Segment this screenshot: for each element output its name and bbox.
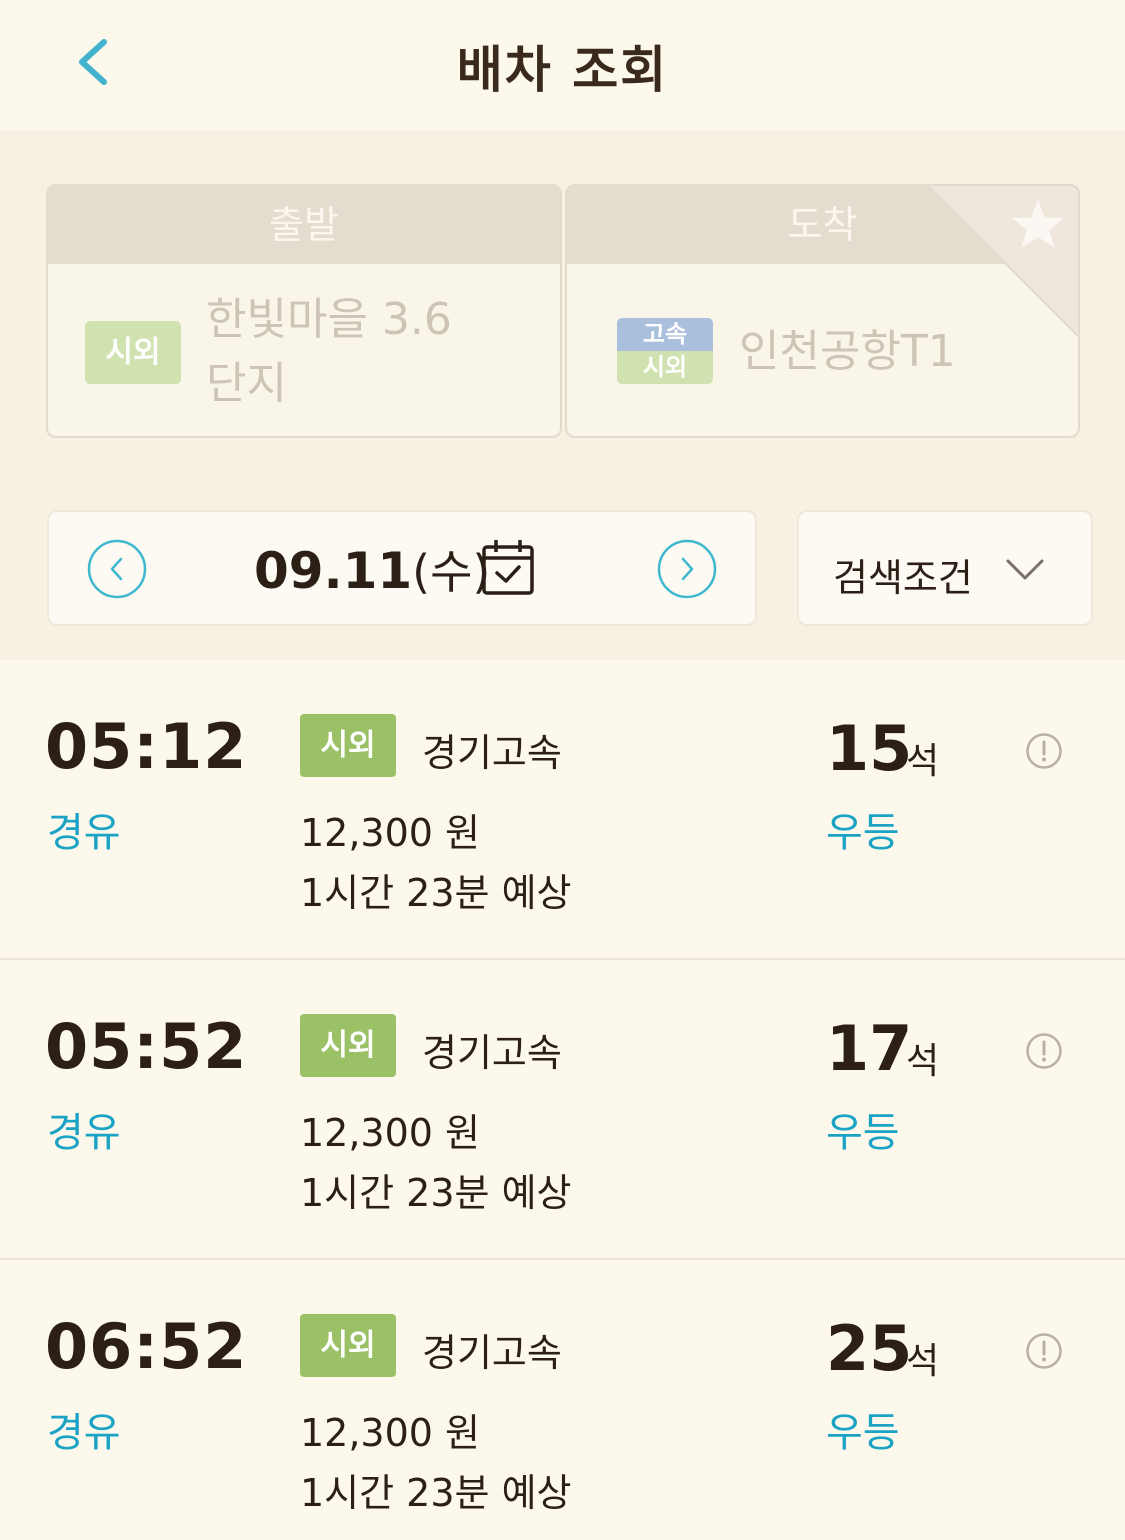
star-icon (927, 186, 1078, 337)
calendar-icon (482, 540, 534, 595)
chevron-left-circle-icon (87, 539, 147, 599)
filter-label: 검색조건 (833, 556, 973, 600)
bus-company: 경기고속 (422, 1031, 562, 1075)
info-button[interactable] (1025, 1032, 1063, 1070)
route-section: 출발 시외 한빛마을 3.6단지 도착 고속 시외 인천공항T1 (0, 130, 1125, 480)
date-value: 09.11 (254, 542, 413, 600)
schedule-row[interactable]: 05:12 경유 시외 경기고속 12,300 원 1시간 23분 예상 15 … (0, 660, 1125, 960)
app-header: 배차 조회 (0, 0, 1125, 130)
bus-type-badge: 시외 (300, 1014, 396, 1077)
arrival-station: 인천공항T1 (739, 326, 956, 377)
date-section: 09.11(수) 검색조건 (0, 480, 1125, 660)
page-title: 배차 조회 (456, 41, 669, 99)
bus-grade: 우등 (826, 1410, 900, 1456)
arrival-type-tag-top: 고속 (617, 318, 713, 351)
calendar-button[interactable] (481, 538, 535, 596)
chevron-down-icon (1006, 559, 1044, 580)
departure-card[interactable]: 출발 시외 한빛마을 3.6단지 (46, 184, 562, 438)
departure-time: 05:52 (45, 1010, 248, 1083)
schedule-row[interactable]: 05:52 경유 시외 경기고속 12,300 원 1시간 23분 예상 17 … (0, 960, 1125, 1260)
estimated-duration: 1시간 23분 예상 (300, 1171, 572, 1215)
fare: 12,300 원 (300, 811, 481, 855)
fare: 12,300 원 (300, 1111, 481, 1155)
prev-date-button[interactable] (87, 539, 147, 599)
fare: 12,300 원 (300, 1411, 481, 1455)
bus-company: 경기고속 (422, 731, 562, 775)
next-date-button[interactable] (657, 539, 717, 599)
departure-station: 한빛마을 3.6단지 (206, 294, 452, 409)
departure-time: 06:52 (45, 1310, 248, 1383)
date-weekday: (수) (412, 545, 491, 599)
chevron-right-circle-icon (657, 539, 717, 599)
departure-header: 출발 (48, 186, 560, 264)
info-icon (1026, 733, 1062, 769)
remaining-seats: 15 (826, 712, 913, 785)
info-button[interactable] (1025, 732, 1063, 770)
seat-unit: 석 (906, 1341, 940, 1382)
departure-body: 시외 한빛마을 3.6단지 (48, 264, 560, 436)
arrival-type-tag-bottom: 시외 (617, 351, 713, 384)
search-filter-dropdown[interactable]: 검색조건 (797, 510, 1093, 626)
seat-unit: 석 (906, 1041, 940, 1082)
arrival-card[interactable]: 도착 고속 시외 인천공항T1 (565, 184, 1080, 438)
estimated-duration: 1시간 23분 예상 (300, 871, 572, 915)
seat-unit: 석 (906, 741, 940, 782)
favorite-button[interactable] (927, 186, 1078, 337)
date-selector: 09.11(수) (47, 510, 757, 626)
departure-type-tag: 시외 (85, 321, 181, 384)
remaining-seats: 17 (826, 1012, 913, 1085)
bus-grade: 우등 (826, 1110, 900, 1156)
via-label: 경유 (47, 1110, 121, 1156)
info-icon (1026, 1033, 1062, 1069)
info-icon (1026, 1333, 1062, 1369)
departure-time: 05:12 (45, 710, 248, 783)
bus-grade: 우등 (826, 810, 900, 856)
info-button[interactable] (1025, 1332, 1063, 1370)
via-label: 경유 (47, 1410, 121, 1456)
bus-type-badge: 시외 (300, 1314, 396, 1377)
bus-type-badge: 시외 (300, 714, 396, 777)
selected-date[interactable]: 09.11(수) (254, 536, 490, 602)
bus-company: 경기고속 (422, 1331, 562, 1375)
schedule-row[interactable]: 06:52 경유 시외 경기고속 12,300 원 1시간 23분 예상 25 … (0, 1260, 1125, 1540)
estimated-duration: 1시간 23분 예상 (300, 1471, 572, 1515)
via-label: 경유 (47, 810, 121, 856)
remaining-seats: 25 (826, 1312, 913, 1385)
